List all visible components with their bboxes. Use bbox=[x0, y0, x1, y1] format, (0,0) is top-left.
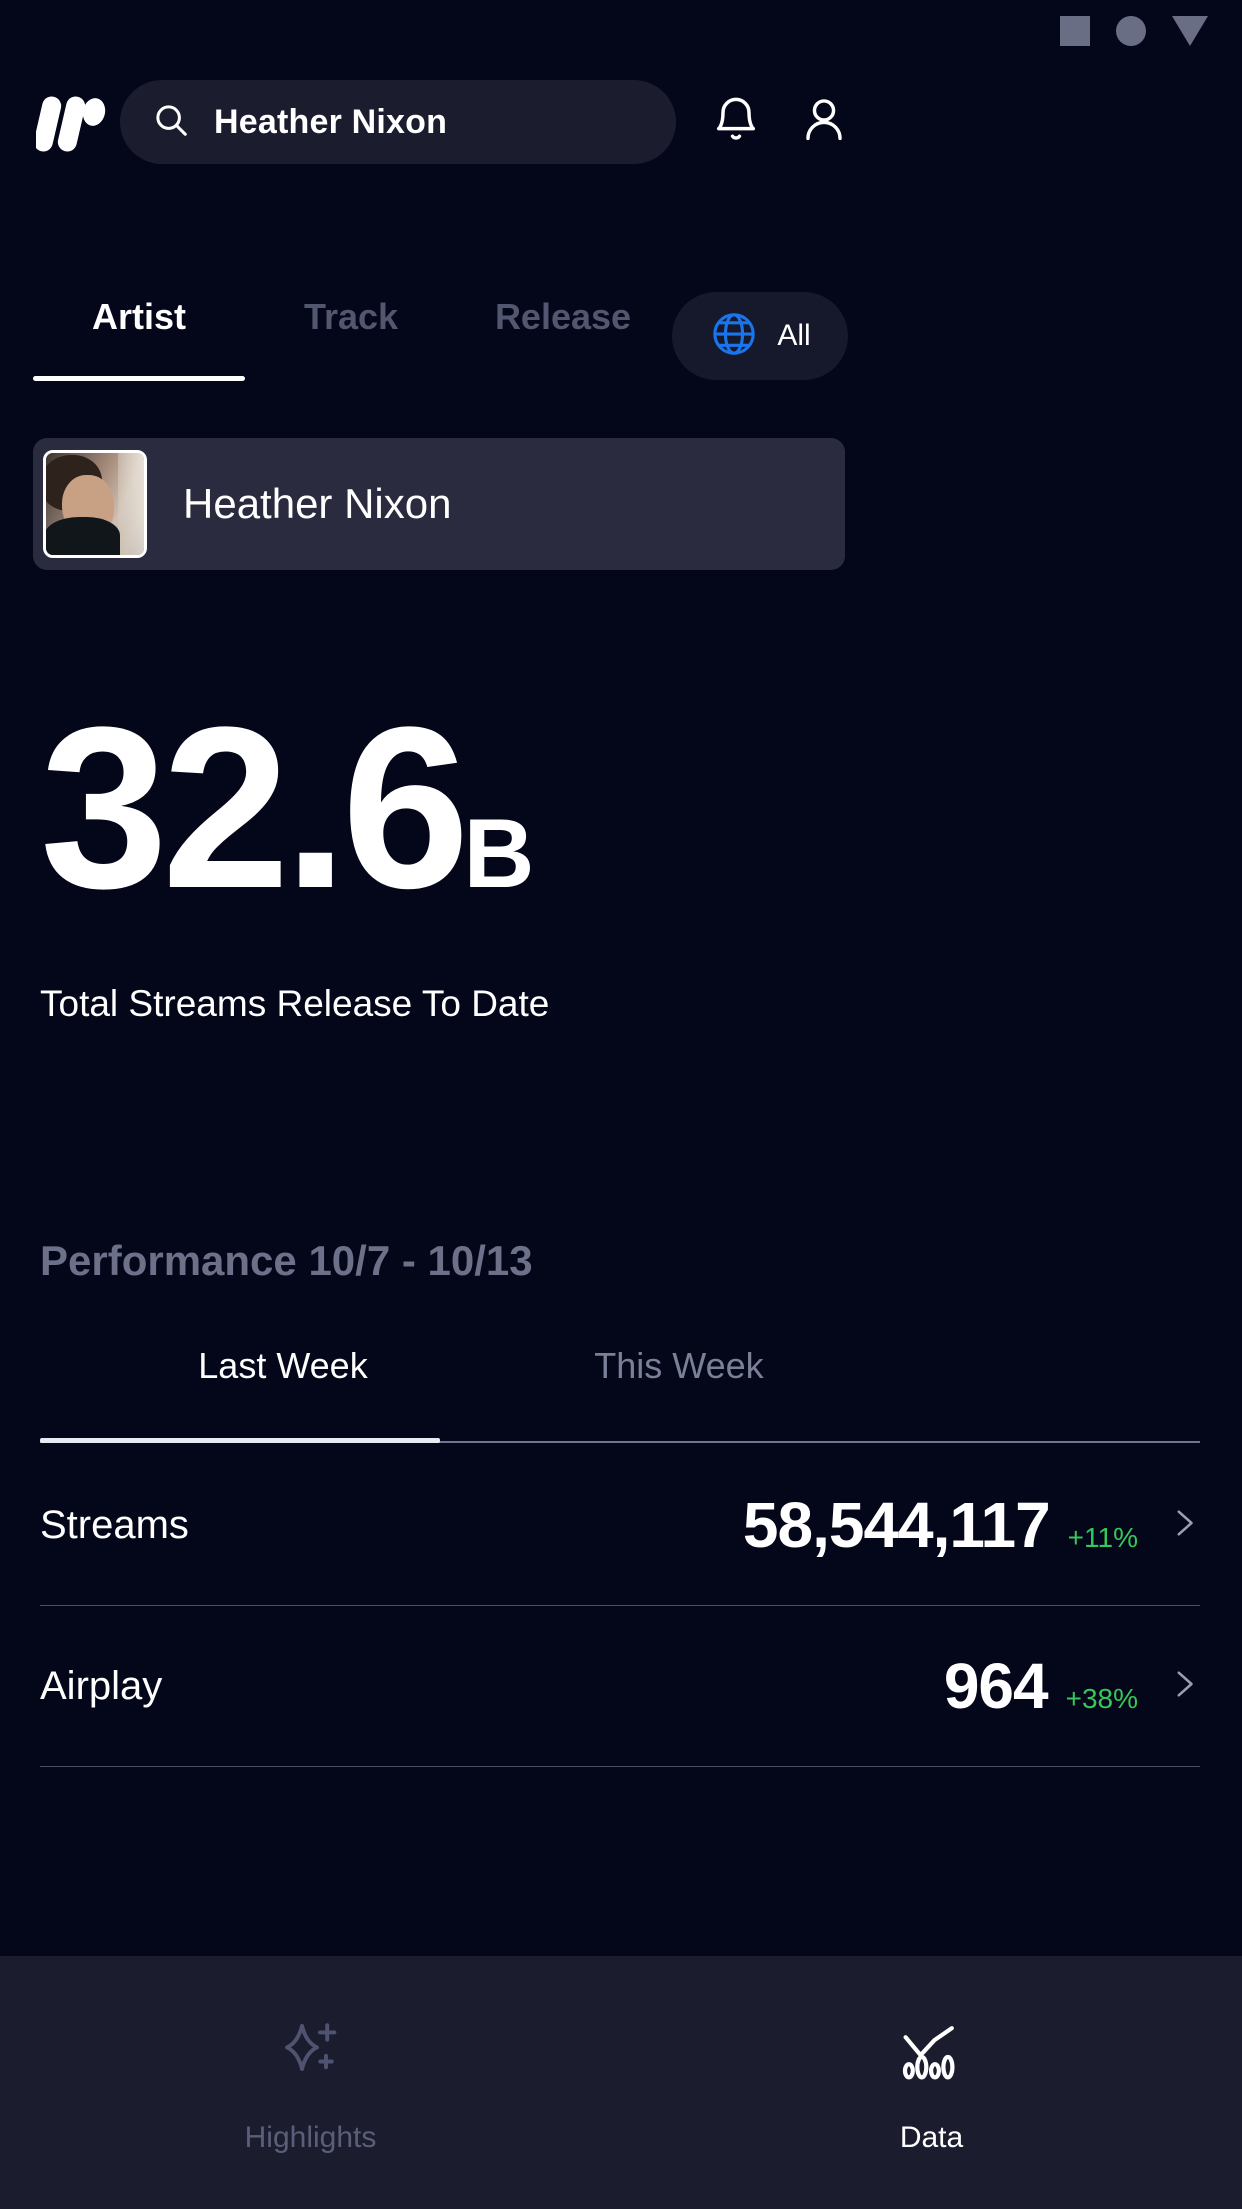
tab-release[interactable]: Release bbox=[457, 296, 669, 382]
active-tab-indicator bbox=[33, 376, 245, 381]
status-bar bbox=[0, 0, 1242, 62]
avatar bbox=[43, 450, 147, 558]
triangle-down-icon bbox=[1172, 16, 1208, 46]
tab-this-week-label: This Week bbox=[594, 1345, 764, 1386]
notifications-button[interactable] bbox=[700, 86, 772, 158]
scope-filter-label: All bbox=[777, 319, 811, 352]
metric-value-airplay: 964 bbox=[943, 1650, 1049, 1722]
total-streams-number: 32.6 bbox=[40, 679, 470, 936]
bottom-navigation: Highlights Data bbox=[0, 1956, 1242, 2209]
tab-release-label: Release bbox=[494, 296, 632, 337]
app-header: Heather Nixon bbox=[0, 80, 1242, 164]
search-icon bbox=[152, 101, 190, 144]
nav-item-highlights[interactable]: Highlights bbox=[0, 2018, 621, 2155]
metric-row-streams[interactable]: Streams 58,544,117 +11% bbox=[40, 1445, 1200, 1605]
metric-row-airplay[interactable]: Airplay 964 +38% bbox=[40, 1606, 1200, 1766]
metric-label-streams: Streams bbox=[40, 1502, 189, 1547]
artist-result-card[interactable]: Heather Nixon bbox=[33, 438, 845, 570]
week-toggle-active-indicator bbox=[40, 1438, 440, 1443]
divider bbox=[40, 1766, 1200, 1767]
tab-artist[interactable]: Artist bbox=[33, 296, 245, 382]
warner-music-logo[interactable] bbox=[33, 88, 108, 154]
profile-button[interactable] bbox=[788, 86, 860, 158]
category-tabs: Artist Track Release bbox=[0, 296, 1242, 382]
circle-icon bbox=[1116, 16, 1146, 46]
metric-delta-airplay: +38% bbox=[1065, 1683, 1138, 1714]
chevron-right-icon[interactable] bbox=[1166, 1667, 1200, 1706]
metric-delta-streams: +11% bbox=[1067, 1522, 1138, 1553]
performance-title: Performance 10/7 - 10/13 bbox=[40, 1237, 533, 1284]
nav-item-data[interactable]: Data bbox=[621, 2018, 1242, 2155]
total-streams-value: 32.6B bbox=[40, 693, 940, 961]
sparkle-icon bbox=[275, 2018, 347, 2095]
artist-result-name: Heather Nixon bbox=[183, 480, 452, 527]
total-streams-suffix: B bbox=[463, 798, 535, 908]
nav-label-data: Data bbox=[899, 2121, 964, 2154]
chart-bars-icon bbox=[896, 2018, 968, 2095]
week-toggle: Last Week This Week bbox=[40, 1345, 1200, 1445]
scope-filter-all-button[interactable]: All bbox=[672, 292, 848, 380]
search-bar[interactable]: Heather Nixon bbox=[120, 80, 676, 164]
app-screen: Heather Nixon Artist Track Release All H… bbox=[0, 0, 1242, 2209]
tab-track[interactable]: Track bbox=[245, 296, 457, 382]
total-streams-block: 32.6B Total Streams Release To Date bbox=[40, 693, 940, 1025]
tab-this-week[interactable]: This Week bbox=[480, 1345, 878, 1415]
total-streams-caption: Total Streams Release To Date bbox=[40, 983, 550, 1024]
square-icon bbox=[1060, 16, 1090, 46]
metric-label-airplay: Airplay bbox=[40, 1663, 163, 1708]
user-icon bbox=[798, 94, 850, 151]
bell-icon bbox=[710, 94, 762, 151]
metric-value-streams: 58,544,117 bbox=[742, 1489, 1051, 1561]
tab-last-week[interactable]: Last Week bbox=[84, 1345, 482, 1415]
tab-last-week-label: Last Week bbox=[198, 1345, 368, 1386]
chevron-right-icon[interactable] bbox=[1166, 1506, 1200, 1545]
tab-artist-label: Artist bbox=[91, 296, 186, 337]
tab-track-label: Track bbox=[303, 296, 399, 337]
globe-icon bbox=[709, 309, 759, 364]
search-input[interactable]: Heather Nixon bbox=[214, 103, 447, 142]
nav-label-highlights: Highlights bbox=[244, 2121, 377, 2154]
